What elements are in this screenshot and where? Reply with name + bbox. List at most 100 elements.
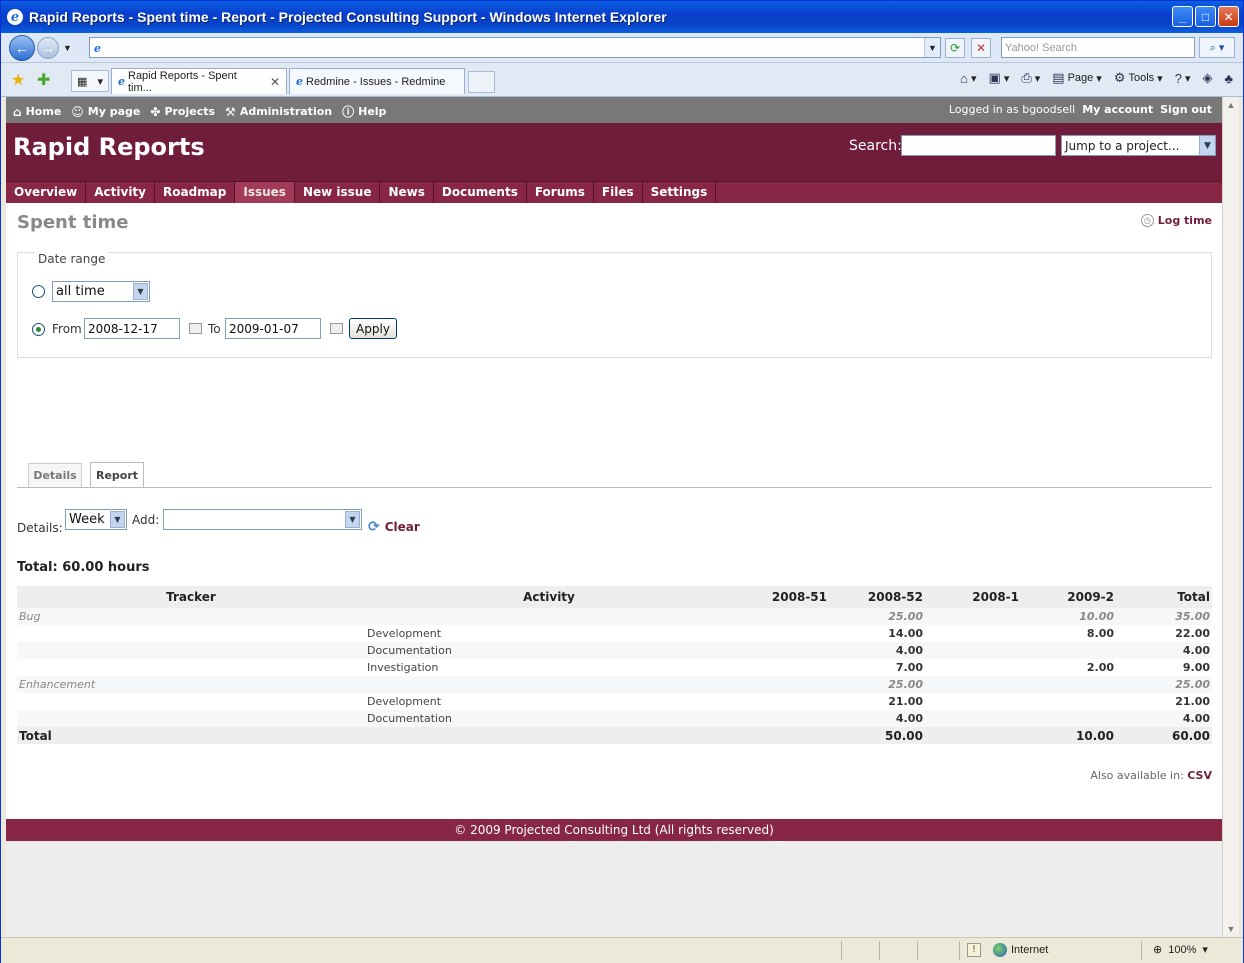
browser-search-input[interactable]: Yahoo! Search [1001, 37, 1195, 58]
security-zone[interactable]: Internet [993, 943, 1048, 957]
period-select[interactable]: all time ▼ [52, 281, 150, 302]
add-label: Add: [132, 513, 160, 527]
hours-cell [733, 608, 829, 625]
calendar-icon[interactable] [189, 323, 202, 334]
chevron-down-icon: ▼ [1199, 136, 1215, 155]
ie-tab-icon: e [296, 75, 303, 88]
new-tab-button[interactable] [468, 71, 495, 93]
quick-tabs-button[interactable]: ▦ ▾ [71, 70, 109, 92]
minimize-button[interactable]: _ [1172, 6, 1193, 27]
title-bar: e Rapid Reports - Spent time - Report - … [1, 1, 1243, 33]
browser-tab-active[interactable]: e Rapid Reports - Spent tim... ✕ [111, 68, 287, 94]
help-icon: ? [1174, 70, 1182, 86]
menu-forums[interactable]: Forums [527, 182, 594, 203]
tab-details[interactable]: Details [28, 463, 82, 487]
column-header: 2008-1 [925, 586, 1021, 608]
menu-news[interactable]: News [380, 182, 434, 203]
clear-link[interactable]: ⟳ Clear [368, 519, 420, 535]
projects-icon: ✤ [150, 104, 161, 119]
url-input[interactable]: e ▼ [89, 37, 941, 58]
activity-cell: Investigation [365, 659, 733, 676]
top-menu-home[interactable]: ⌂ Home [13, 103, 61, 120]
also-available: Also available in: CSV [1090, 769, 1212, 782]
to-date-input[interactable]: 2009-01-07 [225, 318, 321, 339]
top-menu-help[interactable]: ⓘ Help [342, 103, 386, 120]
info-icon: ⓘ [342, 105, 355, 119]
close-tab-icon[interactable]: ✕ [270, 75, 280, 89]
jump-to-project-select[interactable]: Jump to a project... ▼ [1061, 135, 1216, 156]
tools-command[interactable]: ⚙ Tools ▾ [1114, 70, 1163, 86]
history-dropdown-icon[interactable]: ▼ [63, 43, 72, 53]
total-hours-cell [733, 727, 829, 744]
menu-issues[interactable]: Issues [235, 182, 295, 203]
home-command[interactable]: ⌂ ▾ [960, 71, 976, 86]
top-menu-my-page[interactable]: ☺ My page [71, 103, 140, 120]
close-button[interactable]: ✕ [1218, 6, 1239, 27]
favorites-star-icon[interactable]: ★ [11, 70, 25, 90]
research-icon: ◈ [1202, 70, 1213, 85]
period-radio[interactable] [32, 285, 45, 298]
hours-cell [925, 608, 1021, 625]
hours-cell [733, 659, 829, 676]
scroll-up-icon[interactable]: ▲ [1223, 97, 1239, 113]
page-background [6, 841, 1222, 937]
menu-files[interactable]: Files [594, 182, 643, 203]
messenger-command[interactable]: ♣ [1224, 71, 1233, 86]
date-range-radio[interactable] [32, 323, 45, 336]
browser-tab[interactable]: e Redmine - Issues - Redmine [289, 68, 465, 94]
details-label: Details: [17, 521, 63, 535]
back-button[interactable]: ← [9, 34, 35, 61]
scroll-down-icon[interactable]: ▼ [1223, 921, 1239, 937]
menu-settings[interactable]: Settings [643, 182, 717, 203]
row-total-cell: 21.00 [1116, 693, 1212, 710]
row-total-cell: 22.00 [1116, 625, 1212, 642]
menu-roadmap[interactable]: Roadmap [155, 182, 236, 203]
search-go-button[interactable]: ⌕ ▾ [1199, 37, 1235, 58]
calendar-icon[interactable] [330, 323, 343, 334]
hours-cell: 4.00 [829, 642, 925, 659]
sign-out-link[interactable]: Sign out [1160, 103, 1212, 116]
row-total-cell: 9.00 [1116, 659, 1212, 676]
stop-button[interactable]: ✕ [971, 38, 991, 58]
protected-mode-icon[interactable]: ! [967, 943, 981, 957]
menu-new-issue[interactable]: New issue [295, 182, 381, 203]
zoom-control[interactable]: ⊕ 100% ▾ [1153, 943, 1208, 957]
hours-cell: 14.00 [829, 625, 925, 642]
details-select[interactable]: Week ▼ [65, 509, 127, 530]
page-command[interactable]: ▤ Page ▾ [1052, 70, 1102, 86]
hours-cell [733, 710, 829, 727]
browser-tab-label: Rapid Reports - Spent tim... [128, 69, 237, 94]
maximize-button[interactable]: □ [1195, 6, 1216, 27]
refresh-button[interactable]: ⟳ [945, 38, 965, 58]
my-account-link[interactable]: My account [1082, 103, 1153, 116]
user-icon: ☺ [71, 104, 84, 119]
menu-activity[interactable]: Activity [86, 182, 155, 203]
csv-export-link[interactable]: CSV [1187, 769, 1212, 782]
activity-cell: Development [365, 693, 733, 710]
feeds-command[interactable]: ▣ ▾ [989, 70, 1010, 86]
hours-cell [733, 625, 829, 642]
menu-documents[interactable]: Documents [434, 182, 527, 203]
project-search-input[interactable] [901, 135, 1056, 156]
hours-cell [1021, 676, 1116, 693]
menu-overview[interactable]: Overview [6, 182, 87, 203]
help-command[interactable]: ? ▾ [1175, 71, 1191, 86]
top-menu-administration[interactable]: ⚒ Administration [225, 103, 332, 120]
log-time-link[interactable]: ◷ Log time [1140, 214, 1212, 227]
from-date-input[interactable]: 2008-12-17 [84, 318, 180, 339]
url-dropdown-icon[interactable]: ▼ [924, 38, 940, 57]
table-row: Documentation 4.00 4.00 [17, 710, 1212, 727]
apply-button[interactable]: Apply [349, 318, 397, 339]
hours-cell: 2.00 [1021, 659, 1116, 676]
add-favorite-icon[interactable]: ✚ [37, 70, 50, 90]
column-header: 2008-52 [829, 586, 925, 608]
add-criteria-select[interactable]: ▼ [163, 509, 362, 530]
top-menu-projects[interactable]: ✤ Projects [150, 103, 215, 120]
total-hours-cell: 50.00 [829, 727, 925, 744]
vertical-scrollbar[interactable]: ▲ ▼ [1222, 97, 1239, 937]
research-command[interactable]: ◈ [1202, 70, 1212, 86]
forward-button[interactable]: → [37, 36, 59, 59]
tab-report[interactable]: Report [90, 462, 144, 487]
print-command[interactable]: ⎙ ▾ [1021, 70, 1040, 86]
hours-cell [733, 693, 829, 710]
